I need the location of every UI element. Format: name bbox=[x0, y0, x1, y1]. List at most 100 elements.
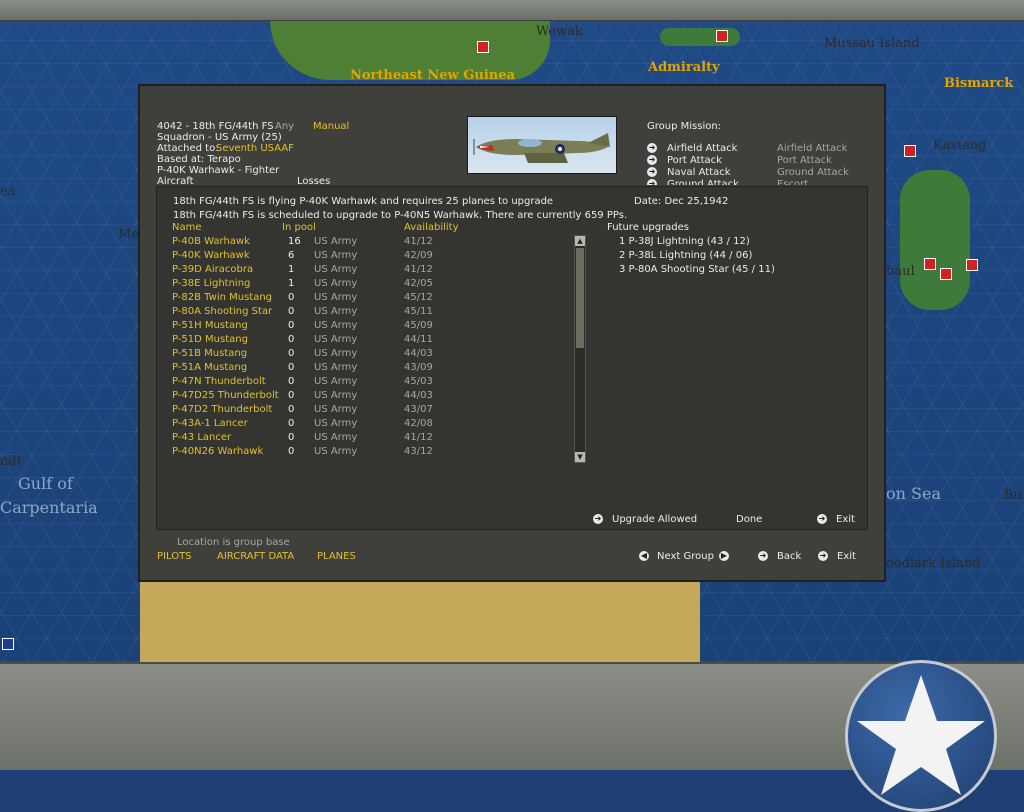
aircraft-name: P-40N26 Warhawk bbox=[172, 446, 264, 457]
arrow-right-icon[interactable]: ➜ bbox=[593, 514, 603, 524]
back-button[interactable]: Back bbox=[777, 551, 801, 563]
arrow-right-icon[interactable]: ➜ bbox=[647, 167, 657, 177]
mission-option[interactable]: Naval Attack bbox=[667, 167, 731, 179]
aircraft-name: P-51H Mustang bbox=[172, 320, 248, 331]
table-row[interactable]: P-38E Lightning 1 US Army 42/05 bbox=[172, 278, 472, 292]
arrow-right-icon[interactable]: ➜ bbox=[818, 551, 828, 561]
aircraft-name: P-43 Lancer bbox=[172, 432, 232, 443]
upgrade-allowed-toggle[interactable]: ➜ bbox=[593, 514, 603, 526]
table-row[interactable]: P-43 Lancer 0 US Army 41/12 bbox=[172, 432, 472, 446]
table-row[interactable]: P-40N26 Warhawk 0 US Army 43/12 bbox=[172, 446, 472, 460]
table-row[interactable]: P-39D Airacobra 1 US Army 41/12 bbox=[172, 264, 472, 278]
map-label-kavieng: Kavieng bbox=[933, 138, 987, 153]
mission-option[interactable]: Airfield Attack bbox=[667, 143, 737, 155]
future-upgrade-item[interactable]: 2 P-38L Lightning (44 / 06) bbox=[619, 250, 752, 262]
service-branch: US Army bbox=[314, 390, 358, 401]
base-marker[interactable] bbox=[904, 145, 916, 157]
upgrade-exit-button[interactable]: Exit bbox=[836, 514, 855, 526]
mission-row[interactable]: ➜ bbox=[647, 179, 657, 185]
australia-flag-icon[interactable] bbox=[2, 638, 14, 650]
losses-column-label: Losses bbox=[297, 176, 331, 184]
service-branch: US Army bbox=[314, 306, 358, 317]
map-label-admiralty: Admiralty bbox=[648, 60, 720, 75]
arrow-right-icon[interactable]: ➜ bbox=[817, 514, 827, 524]
future-upgrade-item[interactable]: 3 P-80A Shooting Star (45 / 11) bbox=[619, 264, 775, 276]
in-pool-count: 0 bbox=[288, 334, 295, 345]
table-row[interactable]: P-82B Twin Mustang 0 US Army 45/12 bbox=[172, 292, 472, 306]
base-marker[interactable] bbox=[716, 30, 728, 42]
table-row[interactable]: P-40K Warhawk 6 US Army 42/09 bbox=[172, 250, 472, 264]
upgrade-allowed-button[interactable]: Upgrade Allowed bbox=[612, 514, 697, 526]
aircraft-picture bbox=[467, 116, 617, 174]
done-button[interactable]: Done bbox=[736, 514, 762, 526]
scroll-up-icon[interactable]: ▲ bbox=[575, 236, 585, 246]
scroll-down-icon[interactable]: ▼ bbox=[575, 452, 585, 462]
next-group-button[interactable]: Next Group bbox=[657, 551, 714, 563]
next-group-arrow[interactable]: ▶ bbox=[719, 551, 729, 563]
service-branch: US Army bbox=[314, 418, 358, 429]
availability-date: 41/12 bbox=[404, 432, 433, 443]
availability-date: 43/12 bbox=[404, 446, 433, 457]
base-marker[interactable] bbox=[940, 268, 952, 280]
table-row[interactable]: P-51B Mustang 0 US Army 44/03 bbox=[172, 348, 472, 362]
future-upgrade-item[interactable]: 1 P-38J Lightning (43 / 12) bbox=[619, 236, 750, 248]
availability-date: 45/09 bbox=[404, 320, 433, 331]
table-row[interactable]: P-40B Warhawk 16 US Army 41/12 bbox=[172, 236, 472, 250]
arrow-right-icon[interactable]: ➜ bbox=[647, 155, 657, 165]
exit-arrow[interactable]: ➜ bbox=[818, 551, 828, 563]
map-label-bu: Bu bbox=[1004, 488, 1022, 503]
upgrade-schedule-line: 18th FG/44th FS is scheduled to upgrade … bbox=[173, 210, 628, 221]
scroll-thumb[interactable] bbox=[576, 248, 584, 348]
table-row[interactable]: P-51D Mustang 0 US Army 44/11 bbox=[172, 334, 472, 348]
mission-option[interactable]: Ground Attack bbox=[667, 179, 739, 185]
exit-button[interactable]: Exit bbox=[837, 551, 856, 563]
aircraft-name: P-40B Warhawk bbox=[172, 236, 250, 247]
current-date: Date: Dec 25,1942 bbox=[634, 196, 729, 207]
prev-group-arrow[interactable]: ◀ bbox=[639, 551, 649, 563]
aircraft-name: P-51A Mustang bbox=[172, 362, 248, 373]
arrow-right-icon[interactable]: ▶ bbox=[719, 551, 729, 561]
list-scrollbar[interactable]: ▲ ▼ bbox=[574, 235, 586, 463]
mission-row[interactable]: ➜ bbox=[647, 143, 657, 155]
mission-option[interactable]: Port Attack bbox=[667, 155, 722, 167]
aircraft-column-label: Aircraft bbox=[157, 176, 194, 184]
table-row[interactable]: P-43A-1 Lancer 0 US Army 42/08 bbox=[172, 418, 472, 432]
service-branch: US Army bbox=[314, 264, 358, 275]
table-row[interactable]: P-47N Thunderbolt 0 US Army 45/03 bbox=[172, 376, 472, 390]
service-branch: US Army bbox=[314, 236, 358, 247]
arrow-left-icon[interactable]: ◀ bbox=[639, 551, 649, 561]
mission-row[interactable]: ➜ bbox=[647, 155, 657, 167]
service-branch: US Army bbox=[314, 432, 358, 443]
arrow-right-icon[interactable]: ➜ bbox=[758, 551, 768, 561]
mission-option-secondary: Port Attack bbox=[777, 155, 832, 166]
service-branch: US Army bbox=[314, 348, 358, 359]
mission-row[interactable]: ➜ bbox=[647, 167, 657, 179]
availability-date: 42/09 bbox=[404, 250, 433, 261]
in-pool-count: 0 bbox=[288, 418, 295, 429]
availability-date: 44/03 bbox=[404, 390, 433, 401]
availability-date: 45/12 bbox=[404, 292, 433, 303]
base-marker[interactable] bbox=[966, 259, 978, 271]
availability-date: 41/12 bbox=[404, 236, 433, 247]
service-branch: US Army bbox=[314, 334, 358, 345]
upgrade-exit-toggle[interactable]: ➜ bbox=[817, 514, 827, 526]
aircraft-name: P-47N Thunderbolt bbox=[172, 376, 266, 387]
future-upgrades-label: Future upgrades bbox=[607, 222, 690, 233]
back-arrow[interactable]: ➜ bbox=[758, 551, 768, 563]
base-marker[interactable] bbox=[924, 258, 936, 270]
table-row[interactable]: P-51A Mustang 0 US Army 43/09 bbox=[172, 362, 472, 376]
table-row[interactable]: P-51H Mustang 0 US Army 45/09 bbox=[172, 320, 472, 334]
in-pool-count: 1 bbox=[288, 278, 295, 289]
planes-button[interactable]: PLANES bbox=[317, 551, 356, 563]
arrow-right-icon[interactable]: ➜ bbox=[647, 179, 657, 185]
aircraft-data-button[interactable]: AIRCRAFT DATA bbox=[217, 551, 294, 563]
aircraft-name: P-47D25 Thunderbolt bbox=[172, 390, 279, 401]
in-pool-count: 0 bbox=[288, 390, 295, 401]
manual-toggle[interactable]: Manual bbox=[313, 121, 349, 133]
base-marker[interactable] bbox=[477, 41, 489, 53]
table-row[interactable]: P-80A Shooting Star 0 US Army 45/11 bbox=[172, 306, 472, 320]
pilots-button[interactable]: PILOTS bbox=[157, 551, 192, 563]
table-row[interactable]: P-47D2 Thunderbolt 0 US Army 43/07 bbox=[172, 404, 472, 418]
table-row[interactable]: P-47D25 Thunderbolt 0 US Army 44/03 bbox=[172, 390, 472, 404]
arrow-right-icon[interactable]: ➜ bbox=[647, 143, 657, 153]
